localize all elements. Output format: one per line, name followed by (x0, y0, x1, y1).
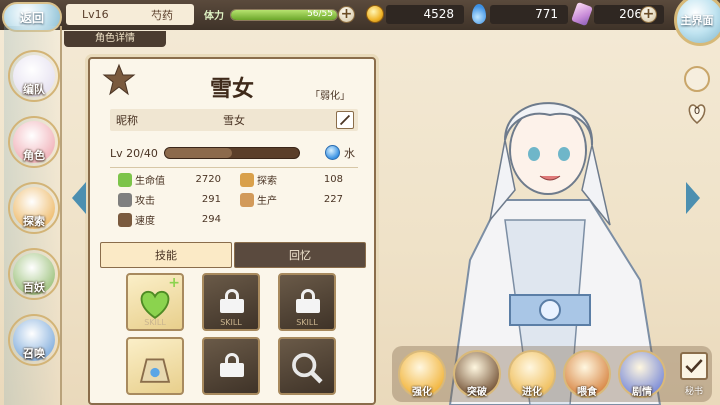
skill-slot-locked-2[interactable]: SKILL (278, 273, 336, 331)
magnifier-icon (292, 352, 323, 384)
stamina-add-button[interactable]: + (338, 6, 355, 23)
stat-value: 227 (323, 194, 343, 205)
nickname-row: 昵称 雪女 (110, 109, 358, 131)
top-bar: Lv16 芍药 体力 56/55 + 4528 771 206 + (0, 0, 720, 30)
nav-summon[interactable]: 召唤 (8, 314, 60, 366)
water-count: 771 (490, 5, 568, 24)
nickname-value: 雪女 (223, 114, 245, 127)
lock-icon (220, 353, 244, 377)
sword-icon (118, 192, 132, 207)
enhance-button-label: 强化 (412, 387, 432, 398)
skill-slot-locked-4[interactable] (278, 337, 336, 395)
element-label: 水 (344, 147, 355, 160)
water-drop-icon (472, 4, 486, 24)
skill-tabs: 技能 回忆 (100, 242, 366, 268)
heart-icon (118, 172, 132, 187)
character-detail-tab: 角色详情 (64, 31, 166, 47)
stamina-value: 56/55 (307, 8, 333, 19)
secretary-label: 秘书 (684, 387, 703, 397)
coin-count: 4528 (386, 5, 464, 24)
nav-yokai[interactable]: 百妖 (8, 248, 60, 300)
evolve-button-label: 进化 (522, 387, 542, 398)
skill-label: SKILL (296, 318, 318, 327)
feed-button[interactable]: 喂食 (563, 350, 611, 398)
stat-name: 生产 (257, 196, 277, 207)
stat-value: 294 (201, 214, 221, 225)
emote-icon[interactable] (684, 66, 710, 92)
skill-slot-locked-1[interactable]: SKILL (202, 273, 260, 331)
lock-icon (220, 289, 244, 313)
level-progress-fill (165, 148, 232, 158)
divider (110, 167, 358, 168)
nav-explore-label: 探索 (23, 215, 45, 228)
nickname-key: 昵称 (116, 114, 138, 127)
heart-count: 0 (693, 106, 701, 117)
nav-formation[interactable]: 编队 (8, 50, 60, 102)
bag-icon (139, 358, 171, 383)
edit-icon[interactable] (336, 111, 354, 129)
secretary-checkbox[interactable] (680, 352, 708, 380)
skill-label: SKILL (220, 318, 242, 327)
stat-name: 攻击 (135, 196, 155, 207)
player-name: 芍药 (151, 8, 173, 22)
production-icon (240, 192, 254, 207)
player-level: Lv16 (82, 8, 109, 21)
nav-summon-label: 召唤 (23, 347, 45, 360)
stat-1: 探索 108 (240, 172, 343, 187)
character-trait: 「弱化」 (310, 91, 350, 102)
main-screen-button[interactable]: 主界面 (674, 0, 720, 46)
coin-icon (366, 5, 384, 23)
stamina-track: 56/55 (230, 8, 338, 21)
enhance-button[interactable]: 强化 (398, 350, 446, 398)
affection-counter[interactable]: 0 (685, 100, 709, 126)
skill-label: SKILL (144, 318, 166, 327)
stamina-label: 体力 (204, 11, 224, 22)
stat-4: 速度 294 (118, 212, 221, 227)
previous-character-arrow[interactable] (72, 182, 86, 214)
level-progress-track (164, 147, 300, 159)
next-character-arrow[interactable] (686, 182, 700, 214)
checkmark-icon (685, 359, 703, 373)
stat-value: 2720 (195, 174, 221, 185)
breakthrough-button-label: 突破 (467, 387, 487, 398)
skill-slot-heart[interactable]: + SKILL (126, 273, 184, 331)
story-button[interactable]: 剧情 (618, 350, 666, 398)
feed-button-label: 喂食 (577, 387, 597, 398)
nav-explore[interactable]: 探索 (8, 182, 60, 234)
stamina-bar: 体力 56/55 (200, 5, 350, 24)
stat-name: 生命值 (135, 176, 165, 187)
skill-slot-locked-3[interactable] (202, 337, 260, 395)
breakthrough-button[interactable]: 突破 (453, 350, 501, 398)
tab-skills[interactable]: 技能 (100, 242, 232, 268)
skill-slot-bag[interactable] (126, 337, 184, 395)
stat-0: 生命值 2720 (118, 172, 221, 187)
story-button-label: 剧情 (632, 387, 652, 398)
water-element-icon (325, 145, 340, 160)
evolve-button[interactable]: 进化 (508, 350, 556, 398)
character-level: Lv 20/40 (110, 146, 158, 160)
crystal-icon (571, 1, 593, 27)
stat-name: 速度 (135, 216, 155, 227)
stat-2: 攻击 291 (118, 192, 221, 207)
nav-yokai-label: 百妖 (23, 281, 45, 294)
nav-character[interactable]: 角色 (8, 116, 60, 168)
nav-character-label: 角色 (23, 149, 45, 162)
stat-3: 生产 227 (240, 192, 343, 207)
stat-value: 291 (201, 194, 221, 205)
stat-name: 探索 (257, 176, 277, 187)
crystal-add-button[interactable]: + (640, 6, 657, 23)
nav-formation-label: 编队 (23, 83, 45, 96)
explore-icon (240, 172, 254, 187)
stat-value: 108 (323, 174, 343, 185)
tab-memory[interactable]: 回忆 (234, 242, 366, 268)
boot-icon (118, 212, 132, 227)
skill-upgrade-icon: + (168, 275, 180, 291)
character-card: 雪女 「弱化」 昵称 雪女 Lv 20/40 水 生命值 2720 探索 108 攻击 2… (88, 57, 376, 405)
lock-icon (296, 289, 320, 313)
action-bar: 强化 突破 进化 喂食 剧情 秘书 (392, 346, 712, 402)
player-level-box: Lv16 芍药 (66, 4, 194, 25)
